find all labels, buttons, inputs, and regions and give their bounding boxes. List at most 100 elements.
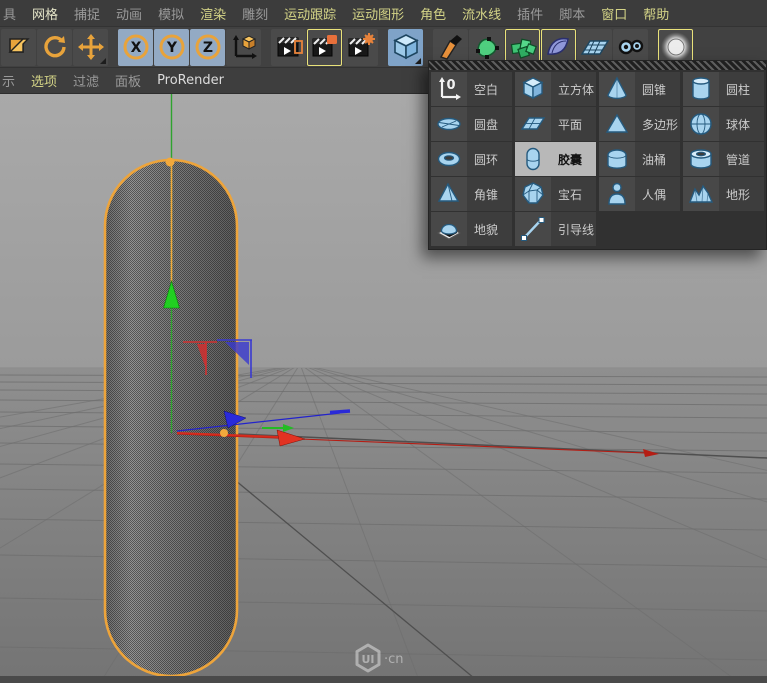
primitive-item-label: 圆锥: [642, 82, 667, 97]
primitive-item-label: 空白: [474, 82, 499, 97]
floor-icon: [580, 32, 610, 62]
lock-y-button[interactable]: Y: [154, 28, 189, 66]
menu-item-3[interactable]: 捕捉: [73, 4, 113, 23]
coordinate-system-icon: [230, 33, 258, 61]
primitive-item-label: 平面: [558, 117, 583, 132]
cinema4d-window: 具网格 捕捉 动画 模拟 渲染 雕刻 运动跟踪 运动图形 角色 流水线 插件 脚本 窗口 帮助 X Y Z 示…: [0, 0, 767, 683]
menu-item-5[interactable]: 模拟: [157, 4, 197, 23]
primitive-item-17[interactable]: 地貌: [431, 212, 512, 246]
menu-item-15[interactable]: 帮助: [642, 4, 682, 23]
render-view-button[interactable]: [271, 28, 306, 66]
primitive-item-label: 人偶: [642, 187, 667, 202]
menu-item-14[interactable]: 窗口: [600, 4, 640, 23]
primitive-item-label: 圆柱: [726, 82, 751, 97]
primitive-item-2[interactable]: 立方体: [515, 72, 596, 106]
capsule-top-handle[interactable]: [165, 157, 175, 167]
primitive-item-12[interactable]: 管道: [683, 142, 764, 176]
light-sphere-icon: [660, 31, 692, 63]
viewport-menu-item-3[interactable]: 过滤: [71, 71, 111, 90]
sphere-icon: [683, 107, 719, 141]
volume-cubes-icon: [508, 32, 538, 62]
primitive-item-5[interactable]: 圆盘: [431, 107, 512, 141]
primitive-item-4[interactable]: 圆柱: [683, 72, 764, 106]
tube-icon: [683, 142, 719, 176]
menu-item-12[interactable]: 插件: [516, 4, 556, 23]
primitive-item-label: 立方体: [558, 82, 595, 97]
render-settings-button[interactable]: [307, 28, 342, 66]
primitive-dropdown-menu: 0 空白 立方体 圆锥 圆柱圆盘 平面 多边形 球体圆环 胶囊 油桶 管道角锥 宝石 人偶 地形地貌 引导线: [428, 60, 767, 250]
lock-x-button[interactable]: X: [118, 28, 153, 66]
primitive-item-label: 圆盘: [474, 117, 499, 132]
figure-icon: [599, 177, 635, 211]
menu-item-11[interactable]: 流水线: [461, 4, 514, 23]
landscape-icon: [683, 177, 719, 211]
menu-item-1[interactable]: 具: [2, 4, 29, 23]
lock-y-icon: Y: [157, 32, 187, 62]
svg-text:X: X: [130, 40, 141, 56]
gem-icon: [515, 177, 551, 211]
menu-item-6[interactable]: 渲染: [199, 4, 239, 23]
viewport-bottom-edge: [0, 676, 767, 683]
primitive-cube-button[interactable]: [388, 28, 423, 66]
main-menubar: 具网格 捕捉 动画 模拟 渲染 雕刻 运动跟踪 运动图形 角色 流水线 插件 脚本 窗口 帮助: [0, 0, 767, 27]
dropdown-tearoff-handle[interactable]: [429, 61, 766, 70]
polygon-icon: [599, 107, 635, 141]
primitive-item-14[interactable]: 宝石: [515, 177, 596, 211]
rotate-tool-icon: [41, 33, 69, 61]
primitive-item-label: 引导线: [558, 222, 595, 237]
viewport-menu-item-2[interactable]: 选项: [29, 71, 69, 90]
primitive-item-7[interactable]: 多边形: [599, 107, 680, 141]
pyramid-icon: [431, 177, 467, 211]
primitive-item-11[interactable]: 油桶: [599, 142, 680, 176]
origin-point: [220, 429, 228, 437]
primitive-item-3[interactable]: 圆锥: [599, 72, 680, 106]
menu-item-4[interactable]: 动画: [115, 4, 155, 23]
primitive-item-8[interactable]: 球体: [683, 107, 764, 141]
primitive-item-label: 球体: [726, 117, 751, 132]
make-editable-button[interactable]: [1, 28, 36, 66]
primitive-item-13[interactable]: 角锥: [431, 177, 512, 211]
menu-item-10[interactable]: 角色: [419, 4, 459, 23]
cone-icon: [599, 72, 635, 106]
primitive-item-16[interactable]: 地形: [683, 177, 764, 211]
primitive-item-9[interactable]: 圆环: [431, 142, 512, 176]
cylinder-icon: [683, 72, 719, 106]
null-axis-icon: 0: [431, 72, 467, 106]
primitive-grid: 0 空白 立方体 圆锥 圆柱圆盘 平面 多边形 球体圆环 胶囊 油桶 管道角锥 宝石 人偶 地形地貌 引导线: [429, 71, 766, 247]
svg-text:Z: Z: [202, 40, 212, 56]
menu-item-2[interactable]: 网格: [31, 4, 71, 23]
primitive-item-label: 管道: [726, 152, 751, 167]
render-queue-icon: [347, 33, 375, 61]
spline-shape-icon: [473, 33, 501, 61]
pen-tool-icon: [437, 33, 465, 61]
menu-item-8[interactable]: 运动跟踪: [283, 4, 349, 23]
menu-item-9[interactable]: 运动图形: [351, 4, 417, 23]
svg-text:Y: Y: [165, 40, 177, 56]
watermark-suffix: ·cn: [384, 652, 404, 667]
subdivision-surface-icon: [544, 32, 574, 62]
menu-item-13[interactable]: 脚本: [558, 4, 598, 23]
rotate-tool-button[interactable]: [37, 28, 72, 66]
render-queue-button[interactable]: [343, 28, 378, 66]
viewport-menu-item-5[interactable]: ProRender: [155, 73, 236, 88]
viewport-menu-item-4[interactable]: 面板: [113, 71, 153, 90]
primitive-item-label: 宝石: [558, 187, 583, 202]
primitive-item-label: 多边形: [642, 117, 679, 132]
primitive-cube-icon: [391, 32, 421, 62]
relief-icon: [431, 212, 467, 246]
primitive-item-10[interactable]: 胶囊: [515, 142, 596, 176]
primitive-item-6[interactable]: 平面: [515, 107, 596, 141]
lock-z-button[interactable]: Z: [190, 28, 225, 66]
make-editable-icon: [6, 34, 32, 60]
primitive-item-label: 油桶: [642, 152, 667, 167]
move-tool-button[interactable]: [73, 28, 108, 66]
primitive-item-18[interactable]: 引导线: [515, 212, 596, 246]
primitive-item-1[interactable]: 0 空白: [431, 72, 512, 106]
primitive-item-15[interactable]: 人偶: [599, 177, 680, 211]
disc-icon: [431, 107, 467, 141]
menu-item-7[interactable]: 雕刻: [241, 4, 281, 23]
primitive-item-label: 圆环: [474, 152, 499, 167]
oil-tank-icon: [599, 142, 635, 176]
coordinate-system-button[interactable]: [226, 28, 261, 66]
viewport-menu-item-1[interactable]: 示: [0, 71, 27, 90]
